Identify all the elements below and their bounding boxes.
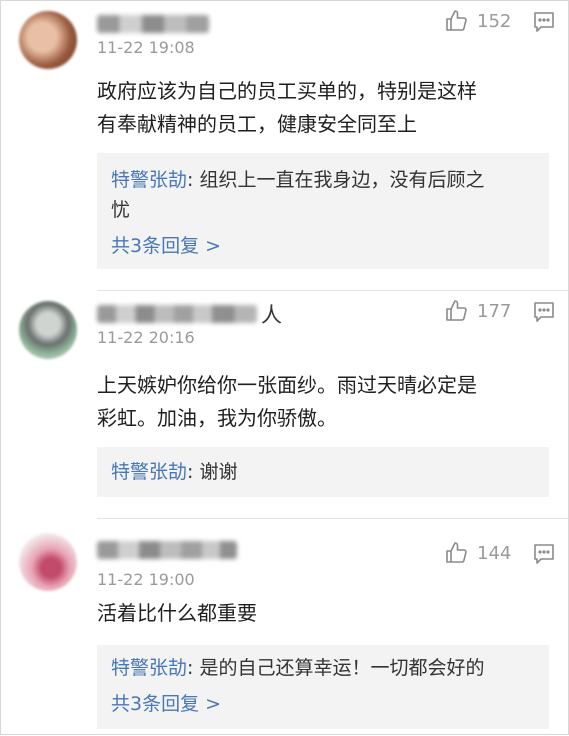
- comment-text-line: 政府应该为自己的员工买单的，特别是这样: [97, 79, 477, 103]
- like-button[interactable]: 144: [445, 541, 511, 565]
- reply-box: 特警张劼: 组织上一直在我身边，没有后顾之 忧 共3条回复 >: [97, 153, 549, 269]
- reply-box: 特警张劼: 谢谢: [97, 447, 549, 497]
- reply-author-link[interactable]: 特警张劼: [111, 657, 187, 679]
- thumbs-up-icon: [446, 10, 467, 31]
- reply-author-link[interactable]: 特警张劼: [111, 461, 187, 483]
- reply-text: 特警张劼: 谢谢: [111, 457, 539, 487]
- username-suffix: 人: [261, 303, 282, 327]
- reply-text: 特警张劼: 是的自己还算幸运！一切都会好的: [111, 653, 539, 683]
- comment-time: 11-22 19:00: [97, 570, 195, 589]
- comment-item: 11-22 19:08 152 政府应该为自己的员工买单的，特别是这样 有奉献精…: [1, 1, 568, 291]
- thumbs-up-icon: [446, 542, 467, 563]
- reply-text: 特警张劼: 组织上一直在我身边，没有后顾之 忧: [111, 165, 539, 225]
- reply-author-link[interactable]: 特警张劼: [111, 169, 187, 191]
- comment-time: 11-22 20:16: [97, 328, 195, 347]
- like-count: 177: [477, 300, 512, 322]
- comment-text-line: 彩虹。加油，我为你骄傲。: [97, 406, 337, 430]
- comment-text: 政府应该为自己的员工买单的，特别是这样 有奉献精神的员工，健康安全同至上: [97, 75, 537, 141]
- reply-text-line: 谢谢: [193, 461, 238, 483]
- comment-text: 上天嫉妒你给你一张面纱。雨过天晴必定是 彩虹。加油，我为你骄傲。: [97, 369, 537, 435]
- comment-text-line: 上天嫉妒你给你一张面纱。雨过天晴必定是: [97, 373, 477, 397]
- reply-text-line: 是的自己还算幸运！一切都会好的: [193, 657, 485, 679]
- like-count: 152: [477, 10, 512, 32]
- comment-item: 11-22 19:00 144 活着比什么都重要 特警张劼: 是的自己还算幸运！…: [1, 519, 568, 736]
- like-button[interactable]: 152: [445, 9, 511, 33]
- like-count: 144: [477, 542, 512, 564]
- reply-text-line: 忧: [111, 199, 131, 221]
- comment-time: 11-22 19:08: [97, 38, 195, 57]
- comment-item: 人 11-22 20:16 177 上天嫉妒你给你一张面纱。雨过天晴必定是 彩虹…: [1, 291, 568, 519]
- like-button[interactable]: 177: [445, 299, 511, 323]
- thumbs-up-icon: [446, 300, 467, 321]
- comment-bubble-icon[interactable]: [533, 301, 555, 323]
- comment-bubble-icon[interactable]: [533, 543, 555, 565]
- comment-bubble-icon[interactable]: [533, 11, 555, 33]
- comment-text-line: 活着比什么都重要: [97, 601, 257, 625]
- reply-text-line: 组织上一直在我身边，没有后顾之: [193, 169, 485, 191]
- username-blurred[interactable]: [97, 541, 237, 559]
- view-replies-link[interactable]: 共3条回复 >: [111, 689, 221, 716]
- view-replies-link[interactable]: 共3条回复 >: [111, 231, 221, 258]
- comment-text: 活着比什么都重要: [97, 597, 537, 630]
- reply-box: 特警张劼: 是的自己还算幸运！一切都会好的 共3条回复 >: [97, 645, 549, 729]
- username-blurred[interactable]: [97, 15, 209, 33]
- avatar[interactable]: [19, 533, 77, 591]
- comment-text-line: 有奉献精神的员工，健康安全同至上: [97, 112, 417, 136]
- username-blurred[interactable]: [97, 305, 257, 323]
- avatar[interactable]: [19, 301, 77, 359]
- avatar[interactable]: [19, 11, 77, 69]
